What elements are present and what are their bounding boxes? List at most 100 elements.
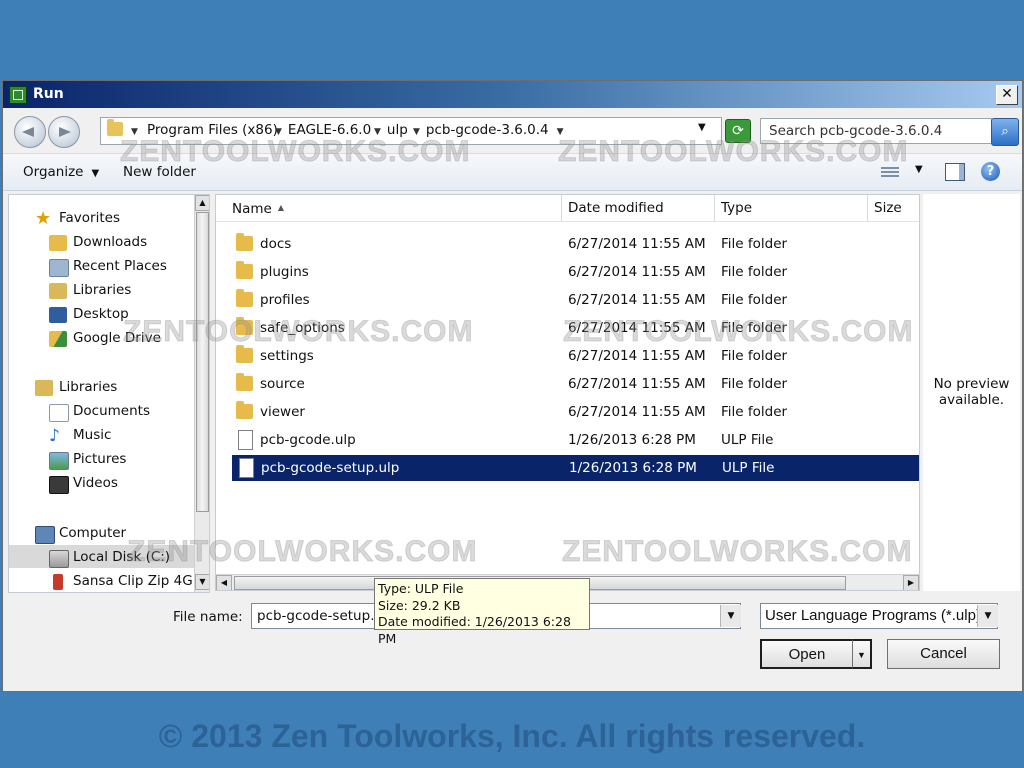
nav-label: Libraries [59, 379, 118, 395]
nav-label: Videos [73, 475, 118, 491]
refresh-button[interactable]: ⟳ [725, 119, 751, 143]
view-dropdown-button[interactable]: ▼ [915, 164, 923, 175]
nav-scrollbar[interactable]: ▲ ▼ [194, 195, 209, 592]
file-row[interactable]: viewer 6/27/2014 11:55 AM File folder [231, 399, 919, 425]
file-date: 1/26/2013 6:28 PM [568, 432, 696, 448]
file-date: 6/27/2014 11:55 AM [568, 376, 706, 392]
file-name: profiles [260, 292, 310, 308]
file-type: File folder [721, 404, 788, 420]
scroll-down-button[interactable]: ▼ [195, 574, 209, 590]
file-date: 6/27/2014 11:55 AM [568, 264, 706, 280]
dialog-title: Run [33, 86, 64, 102]
scroll-left-button[interactable]: ◀ [216, 575, 232, 590]
nav-label: Sansa Clip Zip 4GB [73, 573, 202, 589]
pictures-icon [49, 452, 69, 470]
file-type: ULP File [722, 460, 775, 476]
app-icon [9, 86, 27, 104]
cancel-button[interactable]: Cancel [887, 639, 1000, 669]
folder-icon [236, 345, 253, 363]
sort-ascending-icon: ▲ [277, 203, 284, 212]
chevron-down-icon: ▼ [556, 127, 564, 137]
chevron-right-icon: ▼ [275, 127, 282, 137]
breadcrumb-program-files[interactable]: Program Files (x86) [147, 122, 278, 138]
organize-menu[interactable]: Organize ▼ [23, 164, 99, 180]
music-icon: ♪ [49, 426, 60, 446]
folder-icon [236, 373, 253, 391]
file-row[interactable]: pcb-gcode.ulp 1/26/2013 6:28 PM ULP File [231, 427, 919, 453]
file-row[interactable]: source 6/27/2014 11:55 AM File folder [231, 371, 919, 397]
column-label: Date modified [568, 200, 664, 216]
search-icon: ⌕ [1001, 123, 1009, 139]
close-button[interactable]: ✕ [996, 85, 1018, 105]
new-folder-button[interactable]: New folder [123, 164, 196, 180]
search-input[interactable]: Search pcb-gcode-3.6.0.4 [760, 118, 992, 144]
chevron-right-icon: ▼ [413, 127, 420, 137]
file-name-dropdown-button[interactable]: ▼ [720, 605, 741, 627]
open-options-dropdown[interactable]: ▼ [852, 639, 872, 669]
breadcrumb-separator[interactable]: ▼ [131, 122, 144, 138]
file-type: File folder [721, 292, 788, 308]
usb-device-icon [53, 574, 63, 590]
forward-arrow-icon [59, 127, 71, 137]
file-name: plugins [260, 264, 309, 280]
file-row[interactable]: docs 6/27/2014 11:55 AM File folder [231, 231, 919, 257]
file-name: source [260, 376, 305, 392]
scroll-up-button[interactable]: ▲ [195, 195, 209, 211]
address-history-dropdown[interactable]: ▼ [698, 122, 706, 133]
folder-icon [236, 261, 253, 279]
nav-label: Desktop [73, 306, 129, 322]
chevron-down-icon: ▼ [91, 168, 100, 179]
document-file-icon [238, 430, 253, 450]
breadcrumb-ulp[interactable]: ▼ ulp [374, 122, 408, 138]
open-button[interactable]: Open [760, 639, 854, 669]
breadcrumb-label: Program Files (x86) [147, 122, 278, 138]
file-type-filter-select[interactable]: User Language Programs (*.ulp) [760, 603, 998, 629]
nav-label: Libraries [73, 282, 132, 298]
preview-pane-icon[interactable] [945, 163, 965, 181]
column-label: Type [721, 200, 753, 216]
search-button[interactable]: ⌕ [991, 118, 1019, 146]
recent-places-icon [49, 259, 69, 277]
breadcrumb-eagle[interactable]: ▼ EAGLE-6.6.0 [275, 122, 371, 138]
preview-pane: No preview available. [923, 194, 1020, 591]
column-header-type[interactable]: Type [715, 195, 868, 221]
filter-dropdown-button[interactable]: ▼ [977, 605, 998, 627]
column-header-size[interactable]: Size [868, 195, 919, 221]
scroll-thumb[interactable] [196, 212, 209, 512]
libraries-icon [35, 380, 53, 396]
file-type-filter-value: User Language Programs (*.ulp) [765, 607, 981, 624]
file-type: File folder [721, 264, 788, 280]
nav-label: Music [73, 427, 112, 443]
help-icon[interactable]: ? [981, 162, 1000, 181]
file-tooltip: Type: ULP File Size: 29.2 KB Date modifi… [374, 578, 590, 646]
breadcrumb-pcb-gcode[interactable]: ▼ pcb-gcode-3.6.0.4 ▼ [413, 122, 570, 138]
file-date: 6/27/2014 11:55 AM [568, 320, 706, 336]
file-type: File folder [721, 348, 788, 364]
nav-label: Local Disk (C:) [73, 549, 171, 565]
column-header-name[interactable]: Name ▲ [226, 195, 562, 221]
file-name: safe_options [260, 320, 345, 336]
view-options-icon[interactable] [881, 165, 899, 179]
file-row[interactable]: plugins 6/27/2014 11:55 AM File folder [231, 259, 919, 285]
file-type: File folder [721, 236, 788, 252]
file-row-selected[interactable]: pcb-gcode-setup.ulp 1/26/2013 6:28 PM UL… [232, 455, 919, 481]
back-arrow-icon [22, 127, 34, 137]
scroll-right-button[interactable]: ▶ [903, 575, 919, 590]
nav-label: Recent Places [73, 258, 167, 274]
search-placeholder: Search pcb-gcode-3.6.0.4 [769, 123, 943, 139]
address-bar[interactable]: ▼ Program Files (x86) ▼ EAGLE-6.6.0 ▼ ulp … [100, 117, 722, 145]
file-row[interactable]: profiles 6/27/2014 11:55 AM File folder [231, 287, 919, 313]
navigation-pane: ★ Favorites Downloads Recent Places Libr… [8, 194, 210, 593]
local-disk-icon [49, 550, 69, 568]
breadcrumb-label: ulp [386, 122, 408, 138]
nav-label: Favorites [59, 210, 120, 226]
title-bar[interactable]: Run ✕ [3, 81, 1022, 108]
file-row[interactable]: settings 6/27/2014 11:55 AM File folder [231, 343, 919, 369]
file-name: docs [260, 236, 292, 252]
file-row[interactable]: safe_options 6/27/2014 11:55 AM File fol… [231, 315, 919, 341]
column-header-date[interactable]: Date modified [562, 195, 715, 221]
back-button[interactable] [14, 116, 46, 148]
chevron-right-icon: ▼ [374, 127, 381, 137]
forward-button[interactable] [48, 116, 80, 148]
nav-label: Documents [73, 403, 150, 419]
